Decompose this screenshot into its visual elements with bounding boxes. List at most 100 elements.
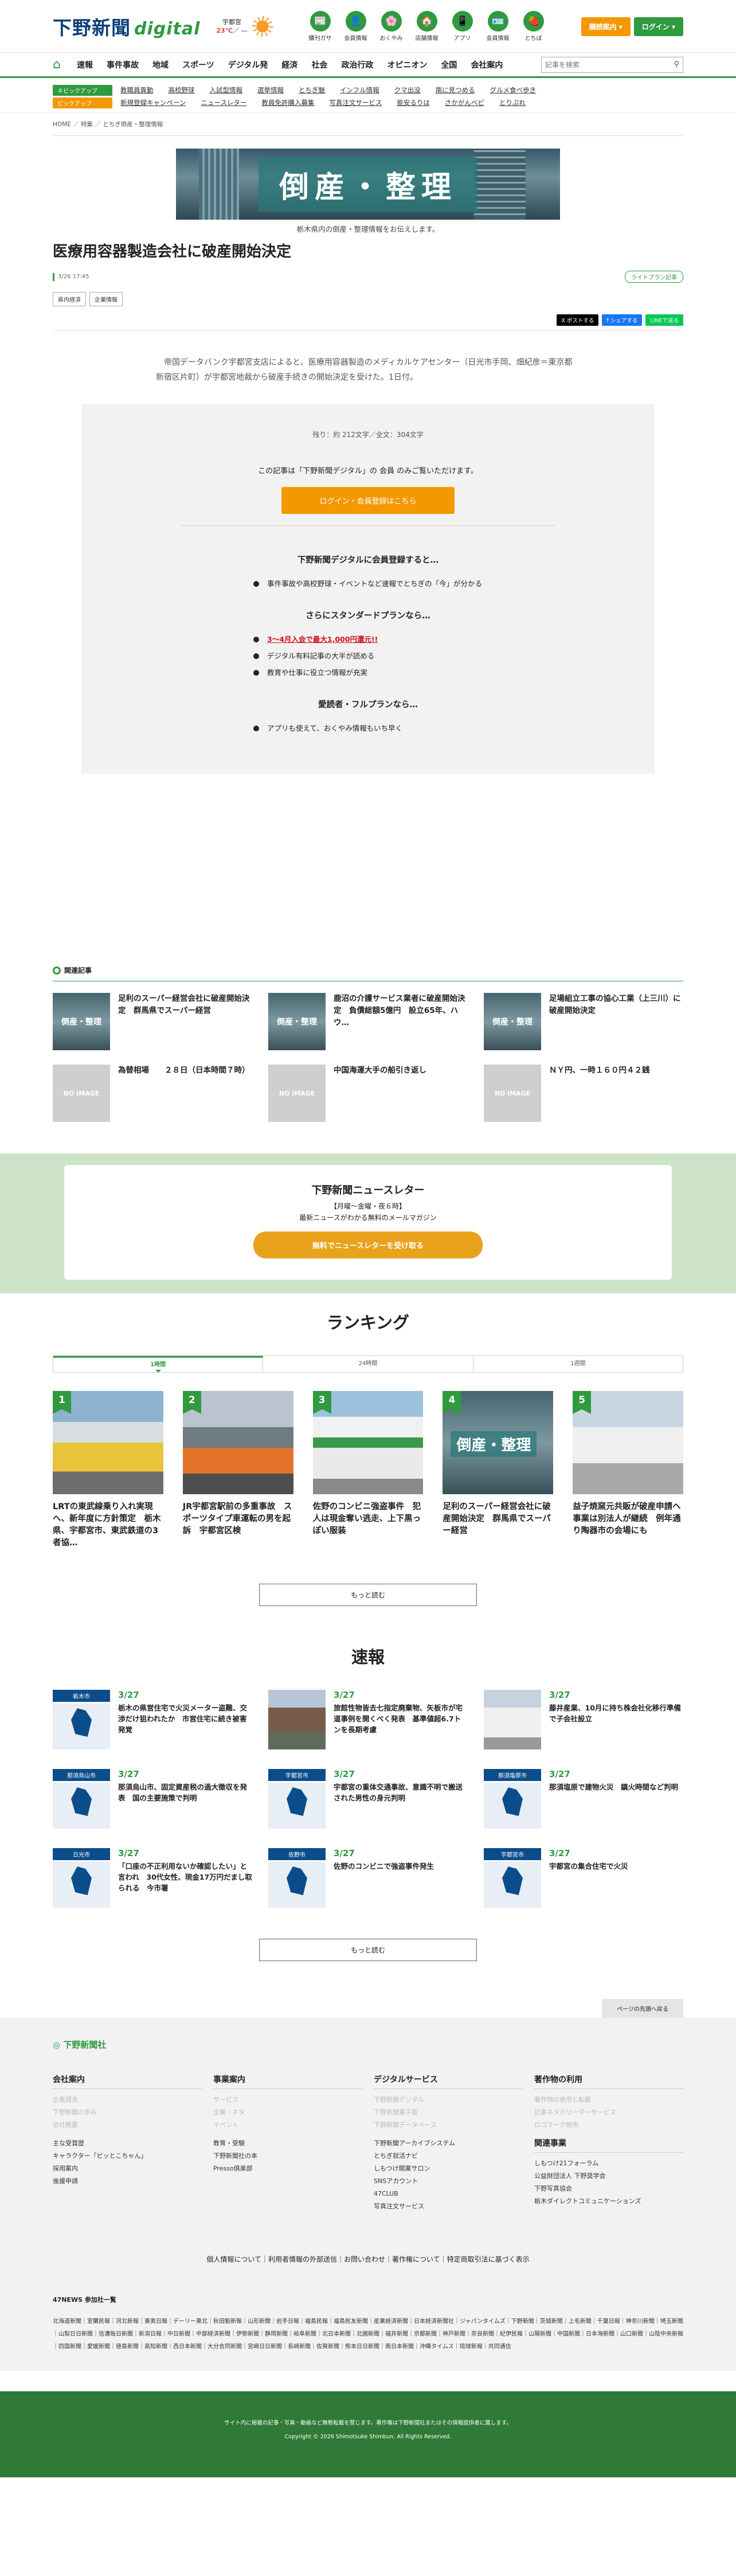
- weather-widget[interactable]: 宇都宮 23℃／ —: [216, 16, 273, 37]
- login-button[interactable]: ログイン ▾: [633, 17, 683, 36]
- footer-link[interactable]: 下野新聞データベース: [374, 2119, 523, 2131]
- footer-link[interactable]: 下野新聞アーカイブシステム: [374, 2137, 523, 2150]
- subscribe-button[interactable]: 購読案内 ▾: [581, 17, 631, 36]
- ranking-item[interactable]: 2 JR宇都宮駅前の多重事故 スポーツタイプ車運転の男を起訴 宇都宮区検: [182, 1391, 293, 1549]
- footer-link[interactable]: サービス: [213, 2094, 362, 2106]
- search-input[interactable]: [545, 60, 674, 69]
- share-button-fb[interactable]: f シェアする: [602, 314, 643, 326]
- site-logo[interactable]: 下野新聞 digital: [53, 13, 200, 40]
- breaking-item[interactable]: 3/27 藤井産業、10月に持ち株会社化移行準備で子会社設立: [484, 1690, 683, 1749]
- related-item[interactable]: NO IMAGE 為替相場 ２８日（日本時間７時）: [53, 1065, 252, 1123]
- breadcrumb[interactable]: HOME ／ 特集 ／ とちぎ倒産・整理情報: [53, 113, 683, 136]
- header-icon-link[interactable]: 📱 アプリ: [449, 11, 476, 42]
- subnav-link[interactable]: 能安るりは: [397, 98, 430, 107]
- footer-link[interactable]: しもつけ開業サロン: [374, 2162, 523, 2175]
- footer-link[interactable]: 記事ネタのリーダーサービス: [534, 2106, 683, 2119]
- related-item[interactable]: NO IMAGE ＮＹ円、一時１６０円４２銭: [484, 1065, 683, 1123]
- subnav-link[interactable]: とりぷれ: [499, 98, 526, 107]
- related-item[interactable]: 倒産・整理 鹿沼の介護サービス業者に破産開始決定 負債総額5億円 設立65年、ハウ…: [268, 993, 468, 1051]
- subnav-link[interactable]: クマ出没: [394, 85, 421, 95]
- footer-link[interactable]: しもつけ21フォーラム: [534, 2157, 683, 2170]
- footer-link[interactable]: 下野新聞デジタル: [374, 2094, 523, 2106]
- nav-item[interactable]: スポーツ: [182, 59, 214, 71]
- header-icon-link[interactable]: 🌸 おくやみ: [378, 11, 405, 42]
- footer-link[interactable]: 下野写真協会: [534, 2183, 683, 2195]
- subnav-link[interactable]: 入試型情報: [210, 85, 243, 95]
- footer-link[interactable]: 企業・ネタ: [213, 2106, 362, 2119]
- nav-item[interactable]: 会社案内: [471, 59, 503, 71]
- header-icon-link[interactable]: 👤 会員情報: [343, 11, 369, 42]
- breaking-item[interactable]: 宇都宮市 3/27 宇都宮の重体交通事故、意識不明で搬送された男性の身元判明: [268, 1769, 468, 1829]
- newsletter-button[interactable]: 無料でニュースレターを受け取る: [253, 1232, 483, 1258]
- footer-link[interactable]: 下野新聞電子版: [374, 2106, 523, 2119]
- nav-item[interactable]: 速報: [77, 59, 93, 71]
- footer-link[interactable]: 下野新聞の歩み: [53, 2106, 202, 2119]
- nav-item[interactable]: デジタル発: [228, 59, 268, 71]
- footer-link[interactable]: 47CLUB: [374, 2188, 523, 2200]
- footer-link[interactable]: 後援申請: [53, 2175, 202, 2188]
- ranking-item[interactable]: 5 益子焼窯元共販が破産申請へ 事業は別法人が継続 例年通り陶器市の会場にも: [573, 1391, 689, 1549]
- subnav-link[interactable]: 高校野球: [169, 85, 195, 95]
- subnav-link[interactable]: とちぎ魅: [299, 85, 325, 95]
- subnav-link[interactable]: 選挙情報: [257, 85, 284, 95]
- share-button-ln[interactable]: LINEで送る: [645, 314, 683, 326]
- header-icon-link[interactable]: 🏠 店舗情報: [414, 11, 440, 42]
- related-item[interactable]: 倒産・整理 足場組立工事の協心工業（上三川）に破産開始決定: [484, 993, 683, 1051]
- search-icon[interactable]: ⚲: [674, 60, 679, 69]
- related-item[interactable]: NO IMAGE 中国海運大手の船引き返し: [268, 1065, 468, 1123]
- footer-link[interactable]: 教育・受験: [213, 2137, 362, 2150]
- page-top-button[interactable]: ページの先頭へ戻る: [602, 1999, 683, 2018]
- footer-link[interactable]: Presso俱楽部: [213, 2162, 362, 2175]
- nav-item[interactable]: 政治行政: [341, 59, 373, 71]
- breaking-item[interactable]: 3/27 旅館性物皆去七指定廃棄物、矢板市が宅道事例を開くべく発表 基準値超6.7…: [268, 1690, 468, 1749]
- breaking-item[interactable]: 佐野市 3/27 佐野のコンビニで強盗事件発生: [268, 1848, 468, 1908]
- home-icon[interactable]: ⌂: [53, 57, 61, 72]
- footer-link[interactable]: 企業理念: [53, 2094, 202, 2106]
- benefit-item[interactable]: 3～4月入会で最大1,000円還元!!: [253, 634, 483, 645]
- breaking-item[interactable]: 那須塩原市 3/27 那須塩原で建物火災 鎮火時間など判明: [484, 1769, 683, 1829]
- footer-link[interactable]: 採用案内: [53, 2162, 202, 2175]
- nav-item[interactable]: 経済: [281, 59, 297, 71]
- subnav-link[interactable]: さかがんベビ: [445, 98, 484, 107]
- ranking-item[interactable]: 1 LRTの東武線乗り入れ実現へ、新年度に方針策定 栃木県、宇都宮市、東武鉄道の3…: [53, 1391, 163, 1549]
- footer-link[interactable]: 著作物の使用と転載: [534, 2094, 683, 2106]
- subnav-link[interactable]: 南に見つめる: [436, 85, 475, 95]
- nav-item[interactable]: オピニオン: [387, 59, 427, 71]
- nav-item[interactable]: 社会: [311, 59, 327, 71]
- subnav-link[interactable]: 教員免許購入募集: [261, 98, 314, 107]
- subnav-link[interactable]: ニュースレター: [201, 98, 246, 107]
- nav-item[interactable]: 全国: [441, 59, 457, 71]
- paywall-login-button[interactable]: ログイン・会員登録はこちら: [281, 487, 455, 514]
- share-button-x[interactable]: X ポストする: [557, 314, 599, 326]
- ranking-tab[interactable]: 24時間: [263, 1356, 473, 1372]
- header-icon-link[interactable]: 📰 購刊ガサ: [307, 11, 334, 42]
- footer-link[interactable]: SNSアカウント: [374, 2175, 523, 2188]
- subnav-link[interactable]: グルメ食べ歩き: [490, 85, 537, 95]
- article-tag[interactable]: 県内経済: [53, 292, 86, 306]
- footer-link[interactable]: キャラクター「ピッとこちゃん」: [53, 2150, 202, 2162]
- ranking-item[interactable]: 倒産・整理 4 足利のスーパー経営会社に破産開始決定 群馬県でスーパー経営: [443, 1391, 554, 1549]
- subnav-link[interactable]: 教職員異動: [120, 85, 154, 95]
- ranking-item[interactable]: 3 佐野のコンビニ強盗事件 犯人は現金奪い逃走、上下黒っぽい服装: [312, 1391, 424, 1549]
- footer-link[interactable]: 会社概要: [53, 2119, 202, 2131]
- ranking-more-button[interactable]: もっと読む: [259, 1584, 477, 1606]
- subnav-link[interactable]: 新規登録キャンペーン: [120, 98, 186, 107]
- breaking-item[interactable]: 宇都宮市 3/27 宇都宮の集合住宅で火災: [484, 1848, 683, 1908]
- subnav-link[interactable]: 写真注文サービス: [329, 98, 382, 107]
- breaking-item[interactable]: 那須烏山市 3/27 那須烏山市、固定資産税の過大徴収を発表 国の主要施策で判明: [53, 1769, 252, 1829]
- breaking-more-button[interactable]: もっと読む: [259, 1939, 477, 1961]
- nav-item[interactable]: 地域: [152, 59, 169, 71]
- related-item[interactable]: 倒産・整理 足利のスーパー経営会社に破産開始決定 群馬県でスーパー経営: [53, 993, 252, 1051]
- footer-link[interactable]: とちぎ就活ナビ: [374, 2150, 523, 2162]
- footer-links[interactable]: 個人情報について｜利用者情報の外部送信｜お問い合わせ｜著作権について｜特定商取引…: [53, 2254, 683, 2264]
- header-icon-link[interactable]: 🪪 会員情報: [485, 11, 511, 42]
- article-tag[interactable]: 企業情報: [89, 292, 123, 306]
- breaking-item[interactable]: 栃木市 3/27 栃木の県営住宅で火災メーター盗難、交渉だけ狙われたか 市営住宅に続…: [53, 1690, 252, 1749]
- footer-link[interactable]: 栃木ダイレクトコミュニケーションズ: [534, 2195, 683, 2208]
- footer-link[interactable]: イベント: [213, 2119, 362, 2131]
- header-icon-link[interactable]: 🍓 とちぽ: [520, 11, 547, 42]
- footer-logo[interactable]: ◎ 下野新聞社: [53, 2039, 683, 2051]
- footer-link[interactable]: 公益財団法人 下野奨学会: [534, 2170, 683, 2183]
- footer-link[interactable]: ロゴマーク使用: [534, 2119, 683, 2131]
- subnav-link[interactable]: インフル情報: [340, 85, 379, 95]
